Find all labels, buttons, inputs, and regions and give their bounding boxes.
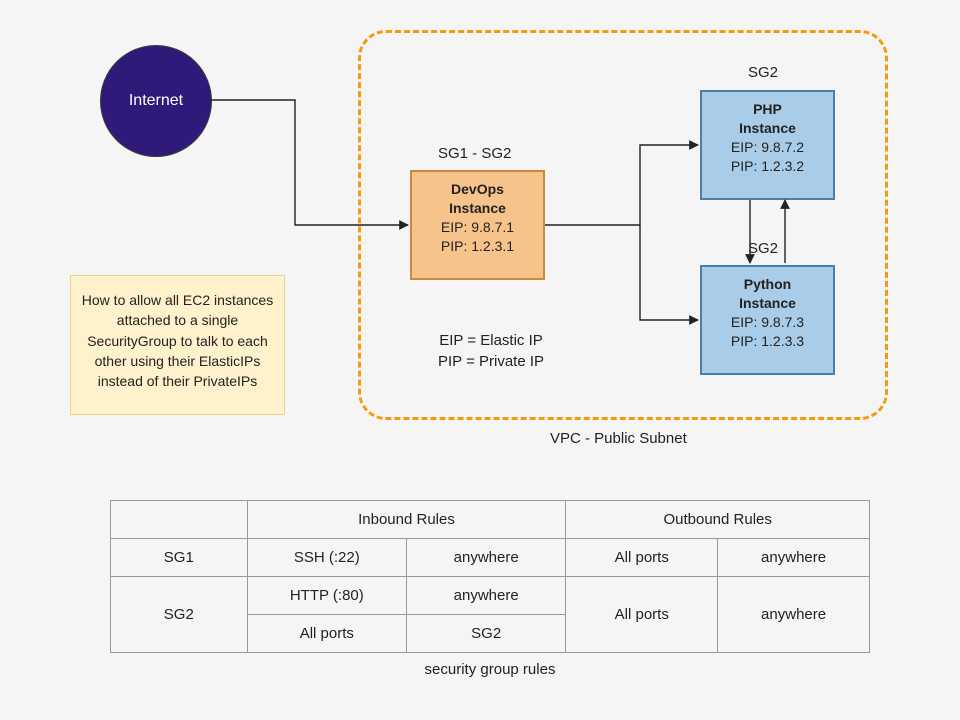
sg1-out-dst: anywhere xyxy=(718,539,870,577)
python-instance: Python Instance EIP: 9.8.7.3 PIP: 1.2.3.… xyxy=(700,265,835,375)
ip-legend-pip: PIP = Private IP xyxy=(438,351,544,372)
vpc-label: VPC - Public Subnet xyxy=(550,430,687,447)
sg1-in-src: anywhere xyxy=(406,539,565,577)
python-sg-label: SG2 xyxy=(748,240,778,257)
header-outbound: Outbound Rules xyxy=(566,501,870,539)
devops-eip: EIP: 9.8.7.1 xyxy=(418,218,537,237)
php-subtitle: Instance xyxy=(708,119,827,138)
question-note: How to allow all EC2 instances attached … xyxy=(70,275,285,415)
sg1-in-proto: SSH (:22) xyxy=(247,539,406,577)
php-pip: PIP: 1.2.3.2 xyxy=(708,157,827,176)
sg2-in2-src: SG2 xyxy=(406,615,565,653)
internet-label: Internet xyxy=(129,92,183,110)
internet-node: Internet xyxy=(100,45,212,157)
php-title: PHP xyxy=(708,100,827,119)
sg1-label: SG1 xyxy=(111,539,248,577)
sg-rules-table: Inbound Rules Outbound Rules SG1 SSH (:2… xyxy=(110,500,870,653)
devops-sg-label: SG1 - SG2 xyxy=(438,145,511,162)
table-row: Inbound Rules Outbound Rules xyxy=(111,501,870,539)
ip-legend-eip: EIP = Elastic IP xyxy=(438,330,544,351)
php-eip: EIP: 9.8.7.2 xyxy=(708,138,827,157)
python-title: Python xyxy=(708,275,827,294)
table-row: SG2 HTTP (:80) anywhere All ports anywhe… xyxy=(111,577,870,615)
python-pip: PIP: 1.2.3.3 xyxy=(708,332,827,351)
sg2-out-proto: All ports xyxy=(566,577,718,653)
sg2-label: SG2 xyxy=(111,577,248,653)
php-instance: PHP Instance EIP: 9.8.7.2 PIP: 1.2.3.2 xyxy=(700,90,835,200)
ip-legend: EIP = Elastic IP PIP = Private IP xyxy=(438,330,544,372)
table-row: SG1 SSH (:22) anywhere All ports anywher… xyxy=(111,539,870,577)
devops-pip: PIP: 1.2.3.1 xyxy=(418,237,537,256)
devops-instance: DevOps Instance EIP: 9.8.7.1 PIP: 1.2.3.… xyxy=(410,170,545,280)
sg-rules-table-wrap: Inbound Rules Outbound Rules SG1 SSH (:2… xyxy=(110,500,870,678)
devops-subtitle: Instance xyxy=(418,199,537,218)
python-eip: EIP: 9.8.7.3 xyxy=(708,313,827,332)
devops-title: DevOps xyxy=(418,180,537,199)
php-sg-label: SG2 xyxy=(748,64,778,81)
sg2-in1-src: anywhere xyxy=(406,577,565,615)
sg2-out-dst: anywhere xyxy=(718,577,870,653)
sg2-in2-proto: All ports xyxy=(247,615,406,653)
diagram-canvas: VPC - Public Subnet Internet SG1 - SG2 D… xyxy=(0,0,960,720)
question-text: How to allow all EC2 instances attached … xyxy=(82,292,273,389)
table-caption: security group rules xyxy=(110,661,870,678)
python-subtitle: Instance xyxy=(708,294,827,313)
sg2-in1-proto: HTTP (:80) xyxy=(247,577,406,615)
sg1-out-proto: All ports xyxy=(566,539,718,577)
header-inbound: Inbound Rules xyxy=(247,501,566,539)
